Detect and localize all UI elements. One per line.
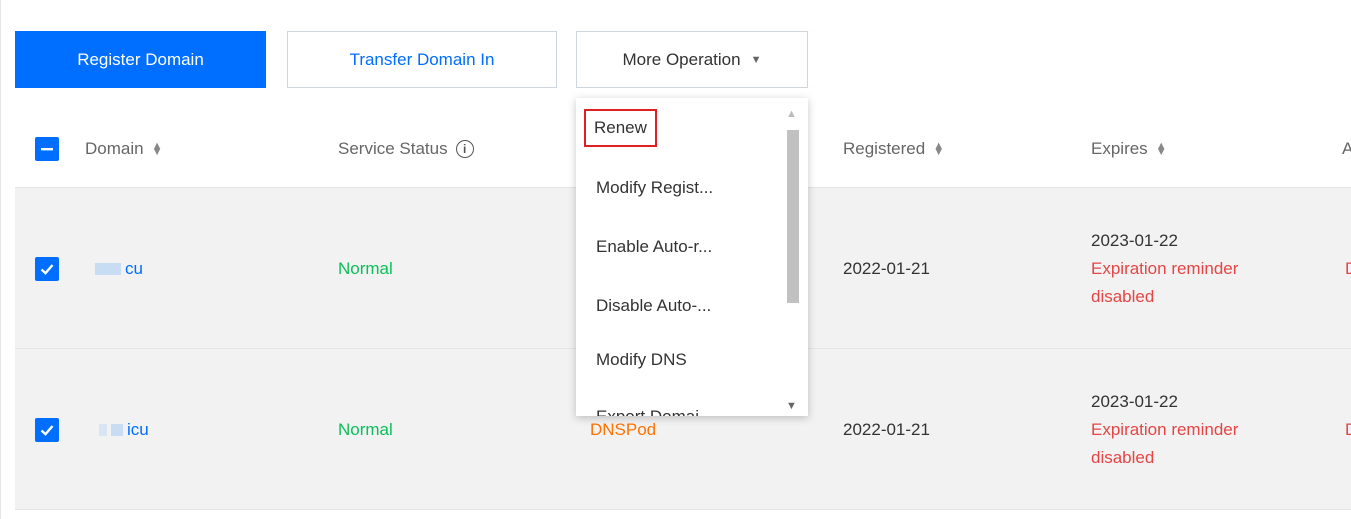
menu-item-enable-auto-renew[interactable]: Enable Auto-r...: [596, 232, 712, 262]
menu-item-export-domain[interactable]: Export Domai...: [596, 402, 713, 416]
column-header-service-status: Service Status i: [338, 109, 474, 188]
expires-date: 2023-01-22: [1091, 230, 1178, 250]
redacted-mask: [99, 423, 107, 436]
sort-icon: ▲ ▼: [151, 139, 163, 158]
sort-icon: ▲ ▼: [1155, 139, 1167, 158]
row-checkbox[interactable]: [35, 349, 59, 510]
caret-down-icon: ▼: [750, 53, 762, 66]
column-header-next: A: [1342, 109, 1351, 188]
domain-name: cu: [125, 258, 143, 278]
column-header-domain[interactable]: Domain ▲ ▼: [85, 109, 163, 188]
menu-item-label: Disable Auto-...: [596, 296, 712, 315]
service-status: Normal: [338, 188, 393, 349]
info-icon[interactable]: i: [455, 139, 474, 158]
select-all-checkbox[interactable]: [35, 109, 59, 188]
table-row-partial: [15, 510, 1351, 519]
menu-item-label: Export Domai...: [596, 407, 713, 416]
transfer-domain-in-button[interactable]: Transfer Domain In: [287, 31, 557, 88]
more-operation-label: More Operation: [622, 49, 741, 69]
domain-name: icu: [127, 419, 149, 439]
menu-item-label: Enable Auto-r...: [596, 237, 713, 256]
transfer-domain-label: Transfer Domain In: [349, 49, 495, 69]
expires-note: Expiration reminder: [1091, 419, 1239, 439]
menu-item-label: Modify DNS: [596, 350, 687, 369]
menu-item-renew[interactable]: Renew: [584, 109, 657, 147]
domain-link[interactable]: icu: [99, 349, 149, 510]
expires-cell: 2023-01-22 Expiration reminder disabled: [1091, 188, 1238, 349]
column-header-registered-label: Registered: [843, 138, 926, 158]
check-icon: [35, 417, 59, 442]
column-header-expires-label: Expires: [1091, 138, 1148, 158]
expires-note: Expiration reminder: [1091, 258, 1239, 278]
menu-item-modify-registrant[interactable]: Modify Regist...: [596, 173, 713, 203]
register-domain-label: Register Domain: [77, 49, 204, 69]
domain-link[interactable]: cu: [95, 188, 143, 349]
more-operation-menu: Renew Modify Regist... Enable Auto-r... …: [576, 98, 808, 416]
check-icon: [35, 256, 59, 281]
next-column-value: D: [1345, 188, 1351, 349]
service-status-value: Normal: [338, 258, 393, 278]
service-status: Normal: [338, 349, 393, 510]
next-column-text: D: [1345, 420, 1351, 440]
scroll-up-icon[interactable]: ▲: [786, 108, 797, 120]
expires-date: 2023-01-22: [1091, 391, 1178, 411]
indeterminate-checkbox-icon: [35, 136, 59, 161]
next-column-text: D: [1345, 259, 1351, 279]
expires-note: disabled: [1091, 286, 1155, 306]
register-domain-button[interactable]: Register Domain: [15, 31, 266, 88]
scroll-down-icon[interactable]: ▼: [786, 400, 797, 412]
service-status-value: Normal: [338, 419, 393, 439]
column-header-expires[interactable]: Expires ▲ ▼: [1091, 109, 1167, 188]
registered-date-value: 2022-01-21: [843, 258, 930, 278]
column-header-registered[interactable]: Registered ▲ ▼: [843, 109, 944, 188]
column-header-service-status-label: Service Status: [338, 138, 448, 158]
menu-item-label: Modify Regist...: [596, 178, 714, 197]
registered-date-value: 2022-01-21: [843, 419, 930, 439]
menu-item-modify-dns[interactable]: Modify DNS: [596, 345, 687, 375]
registered-date: 2022-01-21: [843, 188, 930, 349]
registered-date: 2022-01-21: [843, 349, 930, 510]
next-column-value: D: [1345, 349, 1351, 510]
more-operation-dropdown[interactable]: More Operation ▼: [576, 31, 808, 88]
scrollbar-thumb[interactable]: [787, 130, 799, 303]
menu-item-label: Renew: [594, 118, 647, 137]
redacted-mask: [111, 423, 123, 436]
expires-cell: 2023-01-22 Expiration reminder disabled: [1091, 349, 1238, 510]
menu-item-disable-auto-renew[interactable]: Disable Auto-...: [596, 291, 711, 321]
menu-scrollbar[interactable]: ▲ ▼: [780, 108, 804, 412]
dns-provider-value: DNSPod: [590, 419, 657, 439]
sort-icon: ▲ ▼: [933, 139, 944, 158]
redacted-mask: [95, 262, 121, 275]
row-checkbox[interactable]: [35, 188, 59, 349]
expires-note: disabled: [1091, 447, 1155, 467]
column-header-next-label: A: [1342, 138, 1351, 158]
column-header-domain-label: Domain: [85, 138, 144, 158]
